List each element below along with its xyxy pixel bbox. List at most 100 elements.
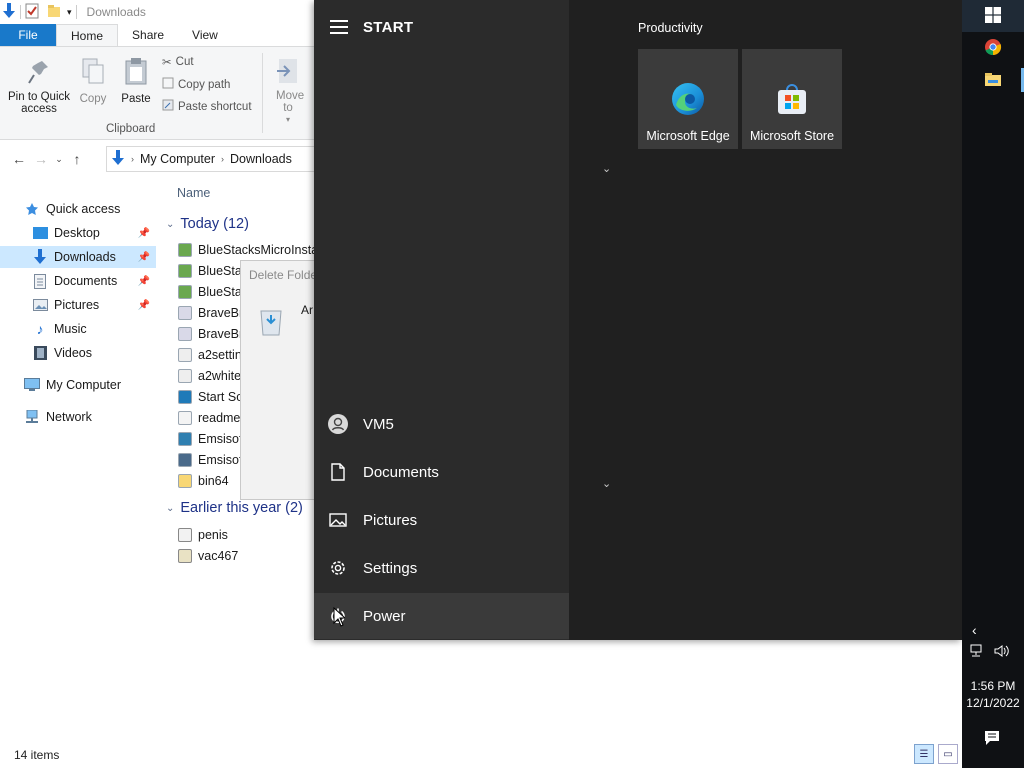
start-pictures[interactable]: Pictures xyxy=(314,497,569,543)
start-power[interactable]: Power xyxy=(314,593,569,639)
file-row[interactable]: BlueStacksMicroInstal xyxy=(178,240,321,260)
nav-downloads[interactable]: Downloads 📌 xyxy=(0,246,156,268)
pin-icon: 📌 xyxy=(137,251,150,263)
breadcrumb-downloads[interactable]: Downloads xyxy=(230,152,292,166)
file-row[interactable]: a2setting xyxy=(178,345,249,365)
start-documents[interactable]: Documents xyxy=(314,449,569,495)
nav-label: Desktop xyxy=(54,226,100,240)
pictures-label: Pictures xyxy=(363,511,418,529)
emsisoft-icon xyxy=(178,453,192,467)
file-row[interactable]: BlueStac xyxy=(178,282,248,302)
tile-microsoft-store[interactable]: Microsoft Store xyxy=(742,49,842,149)
file-row[interactable]: Emsisoft xyxy=(178,450,246,470)
file-row[interactable]: vac467 xyxy=(178,546,238,566)
action-center-icon[interactable] xyxy=(984,730,1000,749)
bluestacks-icon xyxy=(178,285,192,299)
executable-icon xyxy=(178,549,192,563)
down-arrow-icon[interactable] xyxy=(2,2,16,22)
paste-shortcut-button[interactable]: Paste shortcut xyxy=(162,99,252,114)
nav-music[interactable]: ♪ Music xyxy=(0,318,156,340)
nav-quick-access[interactable]: Quick access xyxy=(0,198,156,220)
nav-documents[interactable]: Documents 📌 xyxy=(0,270,156,292)
network-icon[interactable] xyxy=(970,644,986,661)
move-to-icon xyxy=(268,57,308,87)
nav-label: Documents xyxy=(54,274,118,288)
copy-button[interactable]: Copy xyxy=(78,57,108,105)
pin-to-quick-access-button[interactable]: Pin to Quick access xyxy=(6,59,72,115)
nav-label: Music xyxy=(54,322,87,336)
copy-path-button[interactable]: Copy path xyxy=(162,77,230,92)
quick-access-toolbar: ▾ Downloads xyxy=(0,0,320,24)
user-name: VM5 xyxy=(363,415,394,433)
paste-button[interactable]: Paste xyxy=(120,57,152,105)
tile-microsoft-edge[interactable]: Microsoft Edge xyxy=(638,49,738,149)
volume-icon[interactable] xyxy=(994,644,1010,661)
nav-my-computer[interactable]: My Computer xyxy=(0,374,156,396)
chevron-down-icon[interactable]: ⌄ xyxy=(602,477,611,490)
nav-videos[interactable]: Videos xyxy=(0,342,156,364)
context-item[interactable]: Ar xyxy=(301,303,313,317)
tab-file[interactable]: File xyxy=(0,24,56,46)
copy-label: Copy xyxy=(79,93,107,105)
up-arrow-icon[interactable]: ↑ xyxy=(66,151,88,167)
paste-label: Paste xyxy=(121,93,151,105)
group-label: Today (12) xyxy=(180,216,249,232)
taskbar-file-explorer[interactable] xyxy=(962,64,1024,96)
context-popup: Delete Folde Ar xyxy=(240,260,320,500)
edge-icon xyxy=(670,81,706,120)
details-view-icon[interactable]: ☰ xyxy=(914,744,934,764)
move-to-button[interactable]: Move to ▾ xyxy=(268,57,308,126)
group-header-earlier[interactable]: ⌄ Earlier this year (2) xyxy=(166,500,303,516)
scanner-icon xyxy=(178,390,192,404)
file-row[interactable]: Start Sca xyxy=(178,387,249,407)
group-header-today[interactable]: ⌄ Today (12) xyxy=(166,216,249,232)
downloads-icon xyxy=(111,149,125,169)
document-icon xyxy=(314,463,362,481)
file-row[interactable]: penis xyxy=(178,525,228,545)
taskbar-chrome[interactable] xyxy=(962,32,1024,64)
properties-icon[interactable] xyxy=(25,3,39,22)
taskbar-clock[interactable]: 1:56 PM 12/1/2022 xyxy=(962,678,1024,712)
group-label-clipboard: Clipboard xyxy=(106,123,156,135)
file-row[interactable]: BlueStac xyxy=(178,261,248,281)
back-arrow-icon[interactable]: ← xyxy=(8,151,30,167)
nav-label: Quick access xyxy=(46,202,121,216)
nav-network[interactable]: Network xyxy=(0,406,156,428)
large-icons-view-icon[interactable]: ▭ xyxy=(938,744,958,764)
address-bar[interactable]: › My Computer › Downloads xyxy=(106,146,320,172)
tile-group-title[interactable]: Productivity xyxy=(638,21,703,35)
cut-button[interactable]: ✂ Cut xyxy=(162,55,194,69)
breadcrumb-my-computer[interactable]: My Computer xyxy=(140,152,215,166)
start-title: START xyxy=(363,19,414,36)
show-hidden-icons-chevron-icon[interactable]: ‹ xyxy=(972,622,977,638)
hamburger-menu-icon[interactable] xyxy=(330,20,348,36)
chevron-down-icon: ⌄ xyxy=(166,502,175,514)
text-file-icon xyxy=(178,411,192,425)
tab-home[interactable]: Home xyxy=(56,24,119,46)
recent-locations-icon[interactable]: ⌄ xyxy=(52,154,66,165)
tab-view[interactable]: View xyxy=(178,24,232,46)
file-name: a2whitel xyxy=(198,369,244,383)
column-header-name[interactable]: Name xyxy=(177,186,210,200)
nav-label: Downloads xyxy=(54,250,116,264)
clipboard-icon xyxy=(120,57,152,87)
start-button[interactable] xyxy=(962,0,1024,32)
file-row[interactable]: a2whitel xyxy=(178,366,244,386)
window-title: Downloads xyxy=(86,5,146,19)
music-icon: ♪ xyxy=(36,321,44,337)
nav-pictures[interactable]: Pictures 📌 xyxy=(0,294,156,316)
customize-toolbar-icon[interactable]: ▾ xyxy=(67,7,72,18)
chevron-down-icon[interactable]: ⌄ xyxy=(602,162,611,175)
file-row[interactable]: bin64 xyxy=(178,471,229,491)
new-folder-icon[interactable] xyxy=(47,4,61,21)
start-user-account[interactable]: VM5 xyxy=(314,401,569,447)
breadcrumb-separator: › xyxy=(221,154,225,164)
paste-shortcut-icon xyxy=(162,99,174,114)
nav-desktop[interactable]: Desktop 📌 xyxy=(0,222,156,244)
tab-share[interactable]: Share xyxy=(118,24,178,46)
forward-arrow-icon[interactable]: → xyxy=(30,151,52,167)
file-row[interactable]: Emsisoft xyxy=(178,429,246,449)
star-icon xyxy=(24,202,40,216)
file-row[interactable]: readme xyxy=(178,408,240,428)
start-settings[interactable]: Settings xyxy=(314,545,569,591)
